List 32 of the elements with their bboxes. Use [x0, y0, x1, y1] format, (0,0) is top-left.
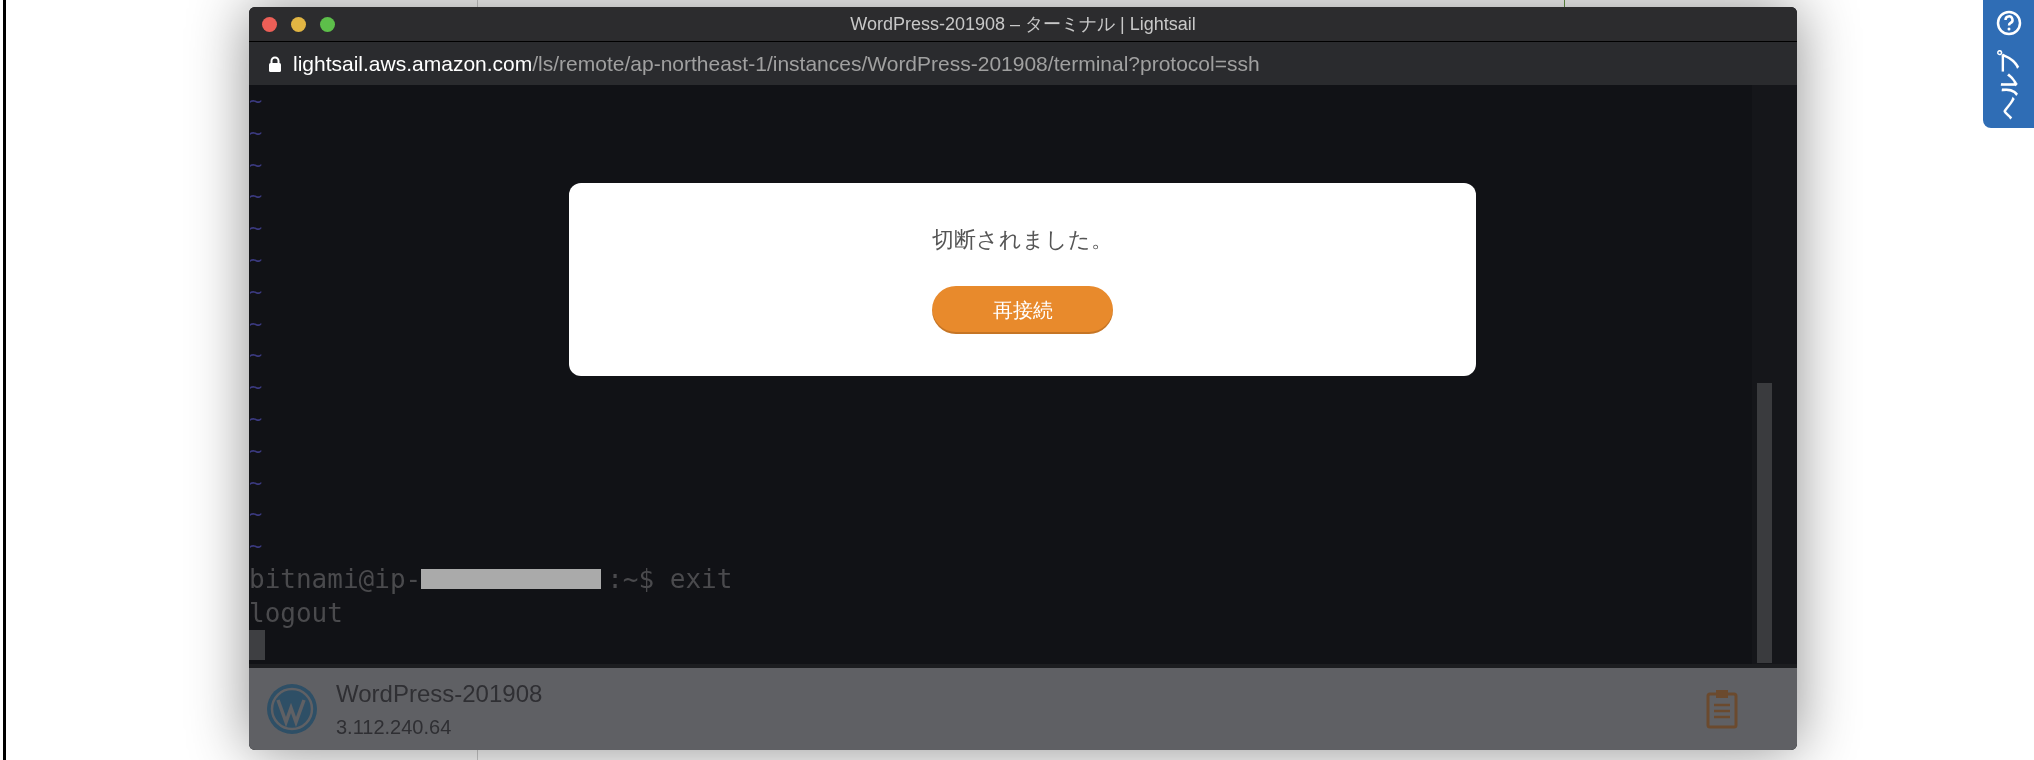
window-title: WordPress-201908 – ターミナル | Lightsail: [850, 12, 1196, 36]
help-tab[interactable]: ヘルプ: [1983, 0, 2034, 128]
empty-line-marker: ~: [249, 309, 263, 338]
empty-line-marker: ~: [249, 500, 263, 529]
clipboard-icon[interactable]: [1706, 689, 1738, 729]
command-text: :~$ exit: [607, 562, 733, 596]
empty-line-marker: ~: [249, 246, 263, 274]
lock-icon: [269, 55, 281, 72]
empty-line-marker: ~: [249, 373, 263, 402]
close-button[interactable]: [262, 16, 277, 32]
empty-line-marker: ~: [249, 436, 263, 465]
dialog-message: 切断されました。: [932, 226, 1113, 254]
empty-line-marker: ~: [249, 182, 263, 211]
wordpress-icon: [266, 683, 318, 735]
empty-line-marker: ~: [249, 214, 263, 243]
empty-line-marker: ~: [249, 532, 263, 561]
empty-line-marker: ~: [249, 118, 263, 147]
empty-line-marker: ~: [249, 468, 263, 497]
scrollbar-thumb[interactable]: [1757, 383, 1772, 663]
empty-line-marker: ~: [249, 150, 263, 179]
url-text[interactable]: lightsail.aws.amazon.com/ls/remote/ap-northeast-1/instances/WordPress-201908/terminal?protocol=ssh: [293, 47, 1260, 80]
empty-line-marker: ~: [249, 87, 263, 115]
prompt-text: bitnami@ip-: [249, 562, 422, 596]
terminal-cursor: [249, 629, 265, 660]
empty-line-marker: ~: [249, 341, 263, 370]
minimize-button[interactable]: [291, 16, 306, 32]
help-label: ヘルプ: [1995, 50, 2022, 119]
output-line: logout: [249, 596, 343, 630]
empty-line-marker: ~: [249, 277, 263, 306]
help-icon: [1995, 10, 2022, 36]
empty-line-marker: ~: [249, 404, 263, 433]
zoom-button[interactable]: [320, 16, 335, 32]
